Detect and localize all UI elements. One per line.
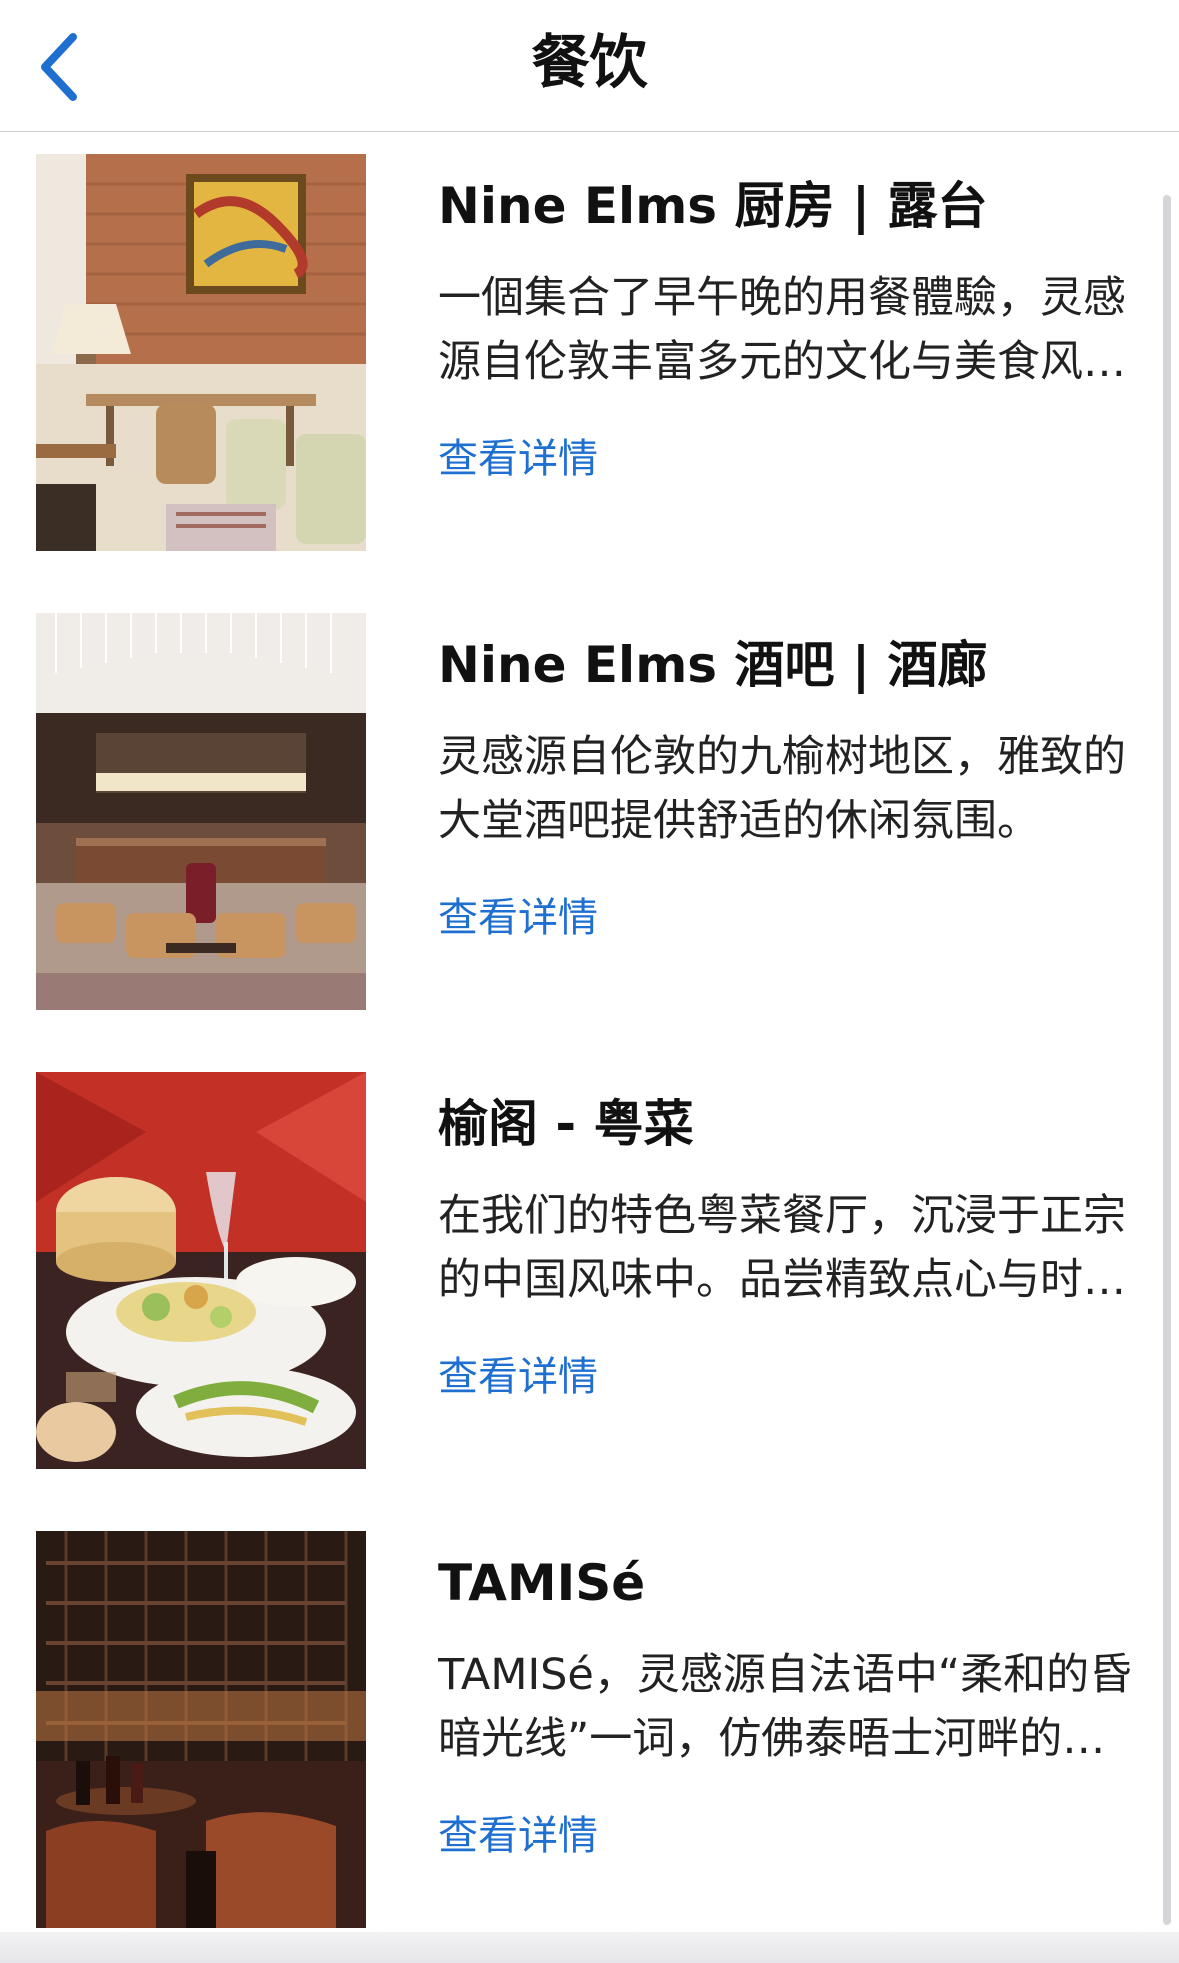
view-details-link[interactable]: 查看详情 [438, 893, 1138, 943]
item-description: TAMISé，灵感源自法语中“柔和的昏暗光线”一词，仿佛泰晤士河畔的夕阳余晖。 [438, 1650, 1133, 1764]
restaurant-photo [36, 154, 366, 551]
view-details-link[interactable]: 查看详情 [438, 1811, 1138, 1861]
page-title: 餐饮 [531, 28, 648, 96]
restaurant-photo [36, 1072, 366, 1469]
view-details-link[interactable]: 查看详情 [438, 434, 1138, 484]
scrollbar[interactable] [1163, 195, 1171, 1925]
bottom-toolbar-edge [0, 1932, 1179, 1963]
item-description: 一個集合了早午晚的用餐體驗，灵感源自伦敦丰富多元的文化与美食风味。 [438, 273, 1126, 387]
item-title: TAMISé [438, 1554, 646, 1612]
restaurant-photo [36, 613, 366, 1010]
item-description: 在我们的特色粤菜餐厅，沉浸于正宗的中国风味中。品尝精致点心与时令佳肴。 [438, 1191, 1126, 1305]
list-item[interactable]: TAMISé TAMISé，灵感源自法语中“柔和的昏暗光线”一词，仿佛泰晤士河畔… [0, 1509, 1179, 1928]
item-title: 榆阁 - 粤菜 [438, 1095, 694, 1153]
restaurant-photo [36, 1531, 366, 1928]
list-item[interactable]: Nine Elms 厨房 | 露台 一個集合了早午晚的用餐體驗，灵感源自伦敦丰富… [0, 132, 1179, 551]
item-description: 灵感源自伦敦的九榆树地区，雅致的大堂酒吧提供舒适的休闲氛围。 [438, 732, 1126, 846]
item-title: Nine Elms 厨房 | 露台 [438, 177, 988, 235]
nav-bar: 餐饮 [0, 0, 1179, 132]
item-title: Nine Elms 酒吧 | 酒廊 [438, 636, 988, 694]
list-item[interactable]: Nine Elms 酒吧 | 酒廊 灵感源自伦敦的九榆树地区，雅致的大堂酒吧提供… [0, 591, 1179, 1010]
view-details-link[interactable]: 查看详情 [438, 1352, 1138, 1402]
list-item[interactable]: 榆阁 - 粤菜 在我们的特色粤菜餐厅，沉浸于正宗的中国风味中。品尝精致点心与时令… [0, 1050, 1179, 1469]
